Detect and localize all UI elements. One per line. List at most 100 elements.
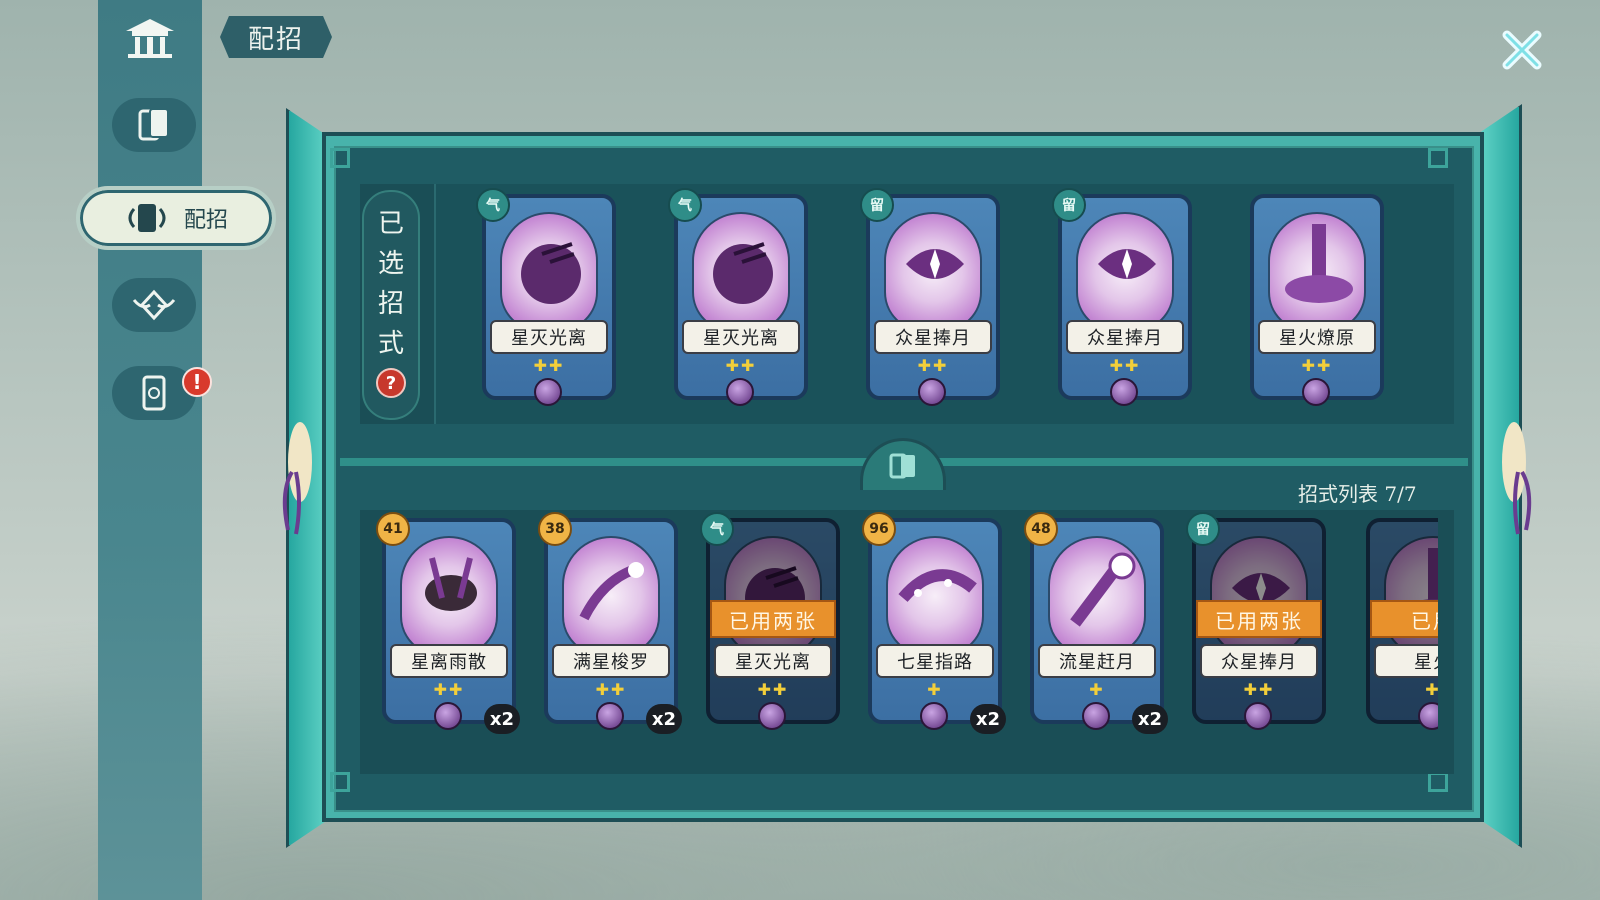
card-name: 星火: [1374, 644, 1438, 678]
deck-card-icon: [142, 375, 166, 411]
card-art-icon: [425, 557, 477, 611]
move-card[interactable]: 满星梭罗 ✚✚ 38 x2: [538, 512, 682, 734]
page-title: 配招: [247, 24, 304, 55]
card-art-icon: [1232, 573, 1290, 603]
move-card[interactable]: 众星捧月 ✚✚ 留已用两张: [1186, 512, 1326, 730]
close-button[interactable]: [1496, 24, 1548, 76]
card-cost-pips: ✚✚: [757, 680, 789, 699]
move-card[interactable]: 七星指路 ✚ 96 x2: [862, 512, 1006, 734]
cards-icon: [889, 453, 915, 478]
card-art: [562, 536, 660, 656]
card-art: [886, 536, 984, 656]
card-name: 七星指路: [876, 644, 994, 678]
temple-icon[interactable]: [118, 12, 182, 62]
page-title-tag: 配招: [220, 16, 332, 58]
card-count: x2: [1132, 704, 1168, 734]
card-used-banner: 已用两张: [1196, 600, 1322, 638]
card-count: x2: [484, 704, 520, 734]
card-art-icon: [521, 242, 581, 304]
card-art-icon: [1070, 552, 1136, 627]
card-gem-icon: [434, 702, 462, 730]
loadout-icon: [128, 204, 166, 232]
card-name: 星灭光离: [714, 644, 832, 678]
card-corner-badge: 留: [1186, 512, 1220, 546]
card-art-icon: [579, 562, 644, 621]
card-gem-icon: [1082, 702, 1110, 730]
move-card[interactable]: 星灭光离 ✚✚ 气: [668, 188, 808, 406]
card-cost-pips: ✚: [1425, 680, 1438, 699]
move-card[interactable]: 众星捧月 ✚✚ 留: [1052, 188, 1192, 406]
card-cost-pips: ✚: [927, 680, 943, 699]
card-art: [400, 536, 498, 656]
card-used-banner: 已用两张: [710, 600, 836, 638]
card-art: [1048, 536, 1146, 656]
help-button[interactable]: ?: [376, 368, 406, 398]
card-cost-pips: ✚✚: [1301, 356, 1333, 375]
card-corner-badge: 气: [668, 188, 702, 222]
label-char: 式: [377, 329, 404, 359]
card-art-icon: [713, 242, 773, 304]
card-corner-badge: 48: [1024, 512, 1058, 546]
card-corner-badge: 41: [376, 512, 410, 546]
card-cost-pips: ✚✚: [917, 356, 949, 375]
card-art: [1268, 212, 1366, 332]
corner-ornament: [330, 772, 350, 792]
move-list-overflow: 星火 ✚ 已用: [1366, 518, 1438, 758]
card-gem-icon: [1418, 702, 1438, 730]
move-card[interactable]: 星灭光离 ✚✚ 气: [476, 188, 616, 406]
corner-ornament: [330, 148, 350, 168]
cards-tab[interactable]: [112, 98, 196, 152]
label-char: 选: [377, 249, 404, 279]
card-art: [884, 212, 982, 332]
card-gem-icon: [758, 702, 786, 730]
card-cost-pips: ✚✚: [533, 356, 565, 375]
card-name: 星火燎原: [1258, 320, 1376, 354]
card-gem-icon: [596, 702, 624, 730]
card-art: [1076, 212, 1174, 332]
alert-badge: !: [182, 367, 212, 397]
card-gem-icon: [534, 378, 562, 406]
card-count: x2: [970, 704, 1006, 734]
scroll-knot-icon: [1502, 422, 1532, 535]
sidebar-item-label: 配招: [184, 208, 229, 233]
move-card[interactable]: 星灭光离 ✚✚ 气已用两张: [700, 512, 840, 730]
card-gem-icon: [918, 378, 946, 406]
card-name: 满星梭罗: [552, 644, 670, 678]
card-corner-badge: 96: [862, 512, 896, 546]
card-name: 众星捧月: [1066, 320, 1184, 354]
card-gem-icon: [1244, 702, 1272, 730]
move-card[interactable]: 星离雨散 ✚✚ 41 x2: [376, 512, 520, 734]
move-card[interactable]: 众星捧月 ✚✚ 留: [860, 188, 1000, 406]
card-name: 星离雨散: [390, 644, 508, 678]
card-name: 星灭光离: [490, 320, 608, 354]
corner-ornament: [1428, 772, 1448, 792]
card-gem-icon: [920, 702, 948, 730]
emblem-tab[interactable]: [112, 278, 196, 332]
card-corner-badge: 留: [1052, 188, 1086, 222]
move-list-count: 招式列表 7/7: [1298, 482, 1417, 506]
sidebar-item-loadout[interactable]: 配招: [76, 186, 276, 250]
card-name: 众星捧月: [874, 320, 992, 354]
card-count: x2: [646, 704, 682, 734]
label-char: 已: [377, 209, 404, 239]
card-cost-pips: ✚✚: [1109, 356, 1141, 375]
card-art-icon: [898, 569, 977, 603]
card-corner-badge: 气: [700, 512, 734, 546]
card-art-icon: [906, 249, 964, 279]
card-gem-icon: [726, 378, 754, 406]
move-card[interactable]: 星火 ✚ 已用: [1366, 518, 1438, 730]
card-art-icon: [1285, 224, 1353, 303]
card-gem-icon: [1110, 378, 1138, 406]
card-art-icon: [1098, 249, 1156, 279]
card-art: [500, 212, 598, 332]
card-gem-icon: [1302, 378, 1330, 406]
move-card[interactable]: 星火燎原 ✚✚: [1250, 194, 1384, 406]
emblem-icon: [132, 289, 176, 321]
card-corner-badge: 38: [538, 512, 572, 546]
cards-icon: [138, 108, 169, 141]
close-icon: [1502, 30, 1542, 70]
corner-ornament: [1428, 148, 1448, 168]
move-card[interactable]: 流星赶月 ✚ 48 x2: [1024, 512, 1168, 734]
card-art: [1210, 536, 1308, 656]
card-name: 星灭光离: [682, 320, 800, 354]
